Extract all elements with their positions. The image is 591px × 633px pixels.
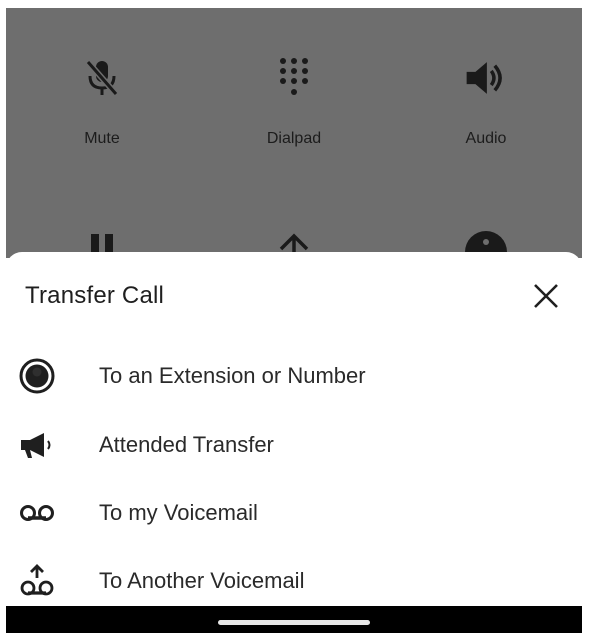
sheet-title: Transfer Call: [25, 282, 165, 309]
mute-control[interactable]: Mute: [6, 56, 198, 148]
home-gesture-handle[interactable]: [218, 620, 370, 625]
option-my-voicemail[interactable]: To my Voicemail: [6, 485, 582, 541]
option-label: To Another Voicemail: [99, 568, 305, 593]
option-another-voicemail[interactable]: To Another Voicemail: [6, 553, 582, 609]
voicemail-upload-icon: [18, 562, 56, 600]
option-label: To an Extension or Number: [99, 363, 366, 388]
dialpad-icon: [272, 56, 316, 100]
dialpad-control[interactable]: Dialpad: [198, 56, 390, 148]
audio-label: Audio: [465, 130, 507, 147]
close-icon: [534, 284, 558, 308]
audio-control[interactable]: Audio: [390, 56, 582, 148]
speaker-icon: [464, 56, 508, 100]
phone-screen: Mute Dialpad Audio Transfer Call To an E…: [6, 8, 582, 633]
option-extension-or-number[interactable]: To an Extension or Number: [6, 348, 582, 404]
close-button[interactable]: [528, 278, 564, 314]
option-label: To my Voicemail: [99, 500, 258, 525]
system-navigation-bar: [6, 606, 582, 633]
voicemail-icon: [18, 494, 56, 532]
mute-label: Mute: [84, 130, 120, 147]
option-label: Attended Transfer: [99, 432, 274, 457]
dialpad-label: Dialpad: [266, 130, 322, 147]
contact-icon: [18, 357, 56, 395]
megaphone-icon: [18, 426, 56, 464]
call-controls-area: Mute Dialpad Audio: [6, 8, 582, 273]
option-attended-transfer[interactable]: Attended Transfer: [6, 417, 582, 473]
transfer-call-sheet: Transfer Call To an Extension or Number: [6, 252, 582, 607]
mic-off-icon: [80, 56, 124, 100]
